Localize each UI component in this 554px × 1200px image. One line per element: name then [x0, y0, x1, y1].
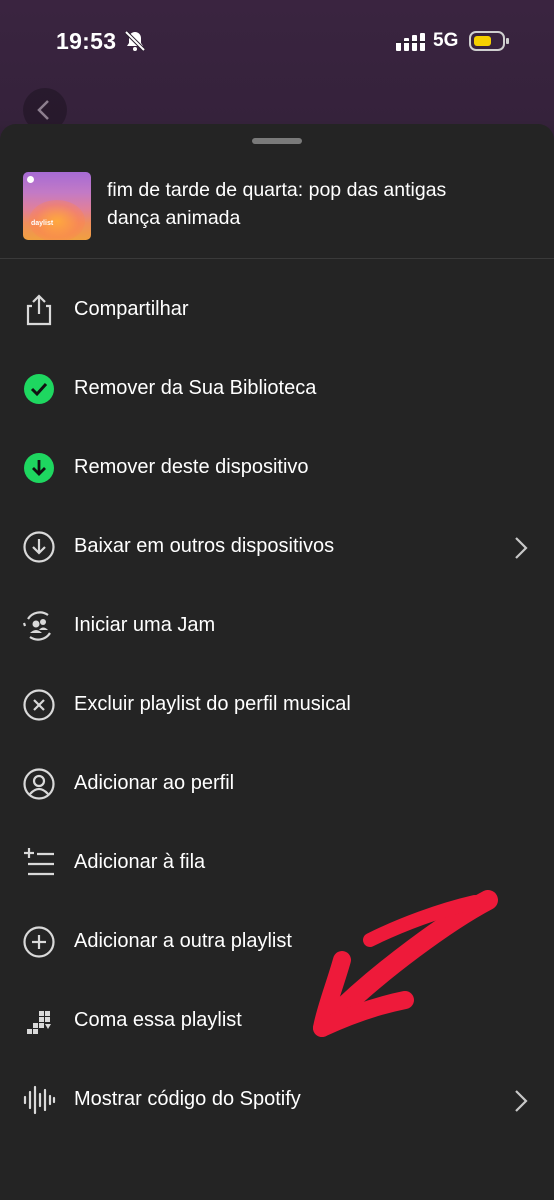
menu-item-label: Mostrar código do Spotify	[74, 1088, 301, 1110]
menu-item-start-jam[interactable]: Iniciar uma Jam	[0, 587, 554, 666]
chevron-right-icon	[515, 1090, 528, 1112]
cover-label: daylist	[31, 220, 54, 227]
menu-item-label: Adicionar à fila	[74, 851, 206, 873]
playlist-title-line1: fim de tarde de quarta: pop das antigas	[107, 179, 447, 201]
spotify-logo-icon	[27, 176, 34, 183]
blend-icon	[27, 1011, 51, 1034]
menu-item-label: Adicionar a outra playlist	[74, 930, 292, 952]
downloaded-icon	[24, 453, 54, 483]
red-arrow-annotation	[313, 890, 498, 1037]
check-circle-icon	[24, 374, 54, 404]
add-circle-icon	[23, 926, 55, 958]
jam-icon	[22, 611, 51, 641]
chevron-right-icon	[515, 537, 528, 559]
share-icon	[26, 294, 52, 326]
menu-item-label: Remover da Sua Biblioteca	[74, 377, 317, 399]
menu-item-remove-download[interactable]: Remover deste dispositivo	[0, 429, 554, 508]
signal-icon	[396, 33, 425, 51]
network-label: 5G	[433, 30, 459, 51]
menu-item-add-to-profile[interactable]: Adicionar ao perfil	[0, 745, 554, 824]
grab-handle[interactable]	[252, 138, 302, 144]
menu-item-spotify-code[interactable]: Mostrar código do Spotify	[0, 1061, 554, 1140]
exclude-icon	[23, 689, 55, 721]
menu-item-label: Excluir playlist do perfil musical	[74, 693, 351, 715]
profile-icon	[23, 768, 55, 800]
status-time: 19:53	[56, 28, 117, 54]
playlist-cover: daylist	[23, 172, 91, 240]
menu-item-remove-library[interactable]: Remover da Sua Biblioteca	[0, 350, 554, 429]
download-circle-icon	[23, 531, 55, 563]
playlist-header: daylist fim de tarde de quarta: pop das …	[0, 164, 554, 258]
chevron-left-icon	[37, 100, 49, 120]
menu-item-download-other-devices[interactable]: Baixar em outros dispositivos	[0, 508, 554, 587]
divider	[0, 258, 554, 259]
bell-muted-icon	[124, 30, 146, 52]
menu-item-label: Baixar em outros dispositivos	[74, 535, 335, 557]
battery-icon	[469, 31, 509, 51]
menu-item-exclude-taste-profile[interactable]: Excluir playlist do perfil musical	[0, 666, 554, 745]
menu-item-share[interactable]: Compartilhar	[0, 271, 554, 350]
status-bar: 19:53 5G	[0, 0, 554, 80]
menu-item-label: Remover deste dispositivo	[74, 456, 309, 478]
spotify-code-icon	[23, 1085, 56, 1115]
menu-item-label: Adicionar ao perfil	[74, 772, 235, 794]
menu-item-label: Compartilhar	[74, 298, 189, 320]
playlist-title-line2: dança animada	[107, 207, 241, 229]
add-to-queue-icon	[24, 848, 54, 876]
menu-item-label: Coma essa playlist	[74, 1009, 242, 1031]
menu-item-label: Iniciar uma Jam	[74, 614, 216, 636]
